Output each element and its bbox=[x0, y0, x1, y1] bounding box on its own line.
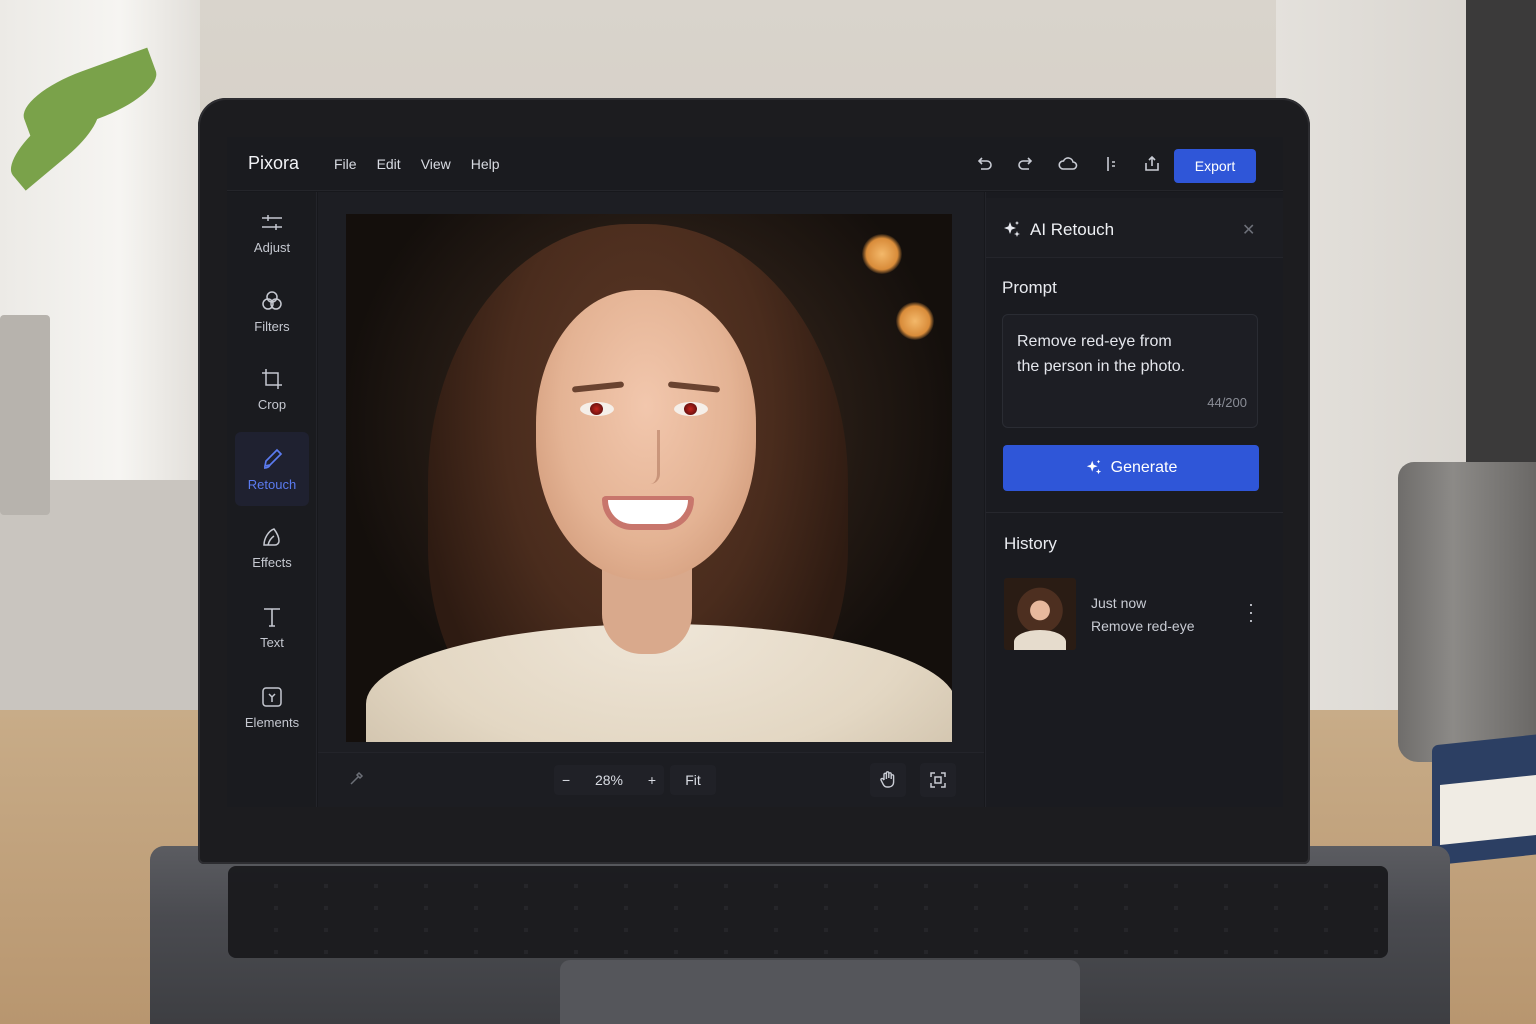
prompt-text-line: the person in the photo. bbox=[1017, 358, 1186, 375]
elements-icon bbox=[262, 686, 282, 707]
divider bbox=[986, 512, 1283, 513]
zoom-out-button[interactable]: − bbox=[562, 772, 570, 788]
hand-tool-icon[interactable] bbox=[870, 763, 906, 797]
sliders-icon bbox=[262, 214, 282, 230]
history-label: History bbox=[1004, 534, 1057, 553]
tool-elements[interactable]: Elements bbox=[235, 672, 309, 742]
share-icon[interactable] bbox=[1139, 151, 1165, 177]
crop-icon bbox=[262, 368, 282, 389]
panel-title: AI Retouch bbox=[1030, 220, 1115, 239]
mug bbox=[1398, 462, 1536, 762]
menu-edit[interactable]: Edit bbox=[377, 156, 401, 172]
subject-face bbox=[536, 290, 756, 580]
bokeh-light bbox=[862, 234, 902, 274]
book-pages bbox=[1440, 774, 1536, 846]
history-time: Just now bbox=[1091, 595, 1147, 611]
canvas-toolbar: − 28% + Fit bbox=[318, 752, 984, 807]
tool-label: Text bbox=[260, 634, 284, 650]
bokeh-light bbox=[896, 302, 934, 340]
tool-retouch[interactable]: Retouch bbox=[235, 432, 309, 506]
tool-effects[interactable]: Effects bbox=[235, 512, 309, 582]
effects-icon bbox=[263, 527, 280, 546]
sparkle-icon bbox=[1002, 220, 1022, 245]
generate-label: Generate bbox=[1110, 459, 1178, 476]
redo-icon[interactable] bbox=[1013, 151, 1039, 177]
toolbar-icons bbox=[971, 151, 1165, 177]
export-button[interactable]: Export bbox=[1174, 149, 1256, 183]
prompt-input[interactable]: Remove red-eye from the person in the ph… bbox=[1002, 314, 1258, 428]
retouch-brush-icon bbox=[263, 448, 283, 469]
left-eye-red bbox=[580, 402, 614, 416]
eyedropper-icon[interactable] bbox=[348, 769, 366, 790]
zoom-control: − 28% + bbox=[554, 765, 664, 795]
fullscreen-icon[interactable] bbox=[920, 763, 956, 797]
text-icon bbox=[264, 607, 280, 627]
character-counter: 44/200 bbox=[1207, 395, 1247, 410]
tool-label: Adjust bbox=[253, 239, 291, 255]
history-description: Remove red-eye bbox=[1091, 618, 1195, 634]
left-eyebrow bbox=[571, 381, 625, 393]
compare-icon[interactable] bbox=[1097, 151, 1123, 177]
plant-pot bbox=[0, 315, 50, 515]
menu-view[interactable]: View bbox=[421, 156, 451, 172]
generate-button[interactable]: Generate bbox=[1003, 445, 1259, 491]
history-thumbnail bbox=[1004, 578, 1076, 650]
undo-icon[interactable] bbox=[971, 151, 997, 177]
tool-text[interactable]: Text bbox=[235, 592, 309, 662]
zoom-in-button[interactable]: + bbox=[648, 772, 656, 788]
smile bbox=[602, 496, 694, 530]
canvas-area[interactable] bbox=[318, 192, 984, 752]
history-item[interactable]: Just now Remove red-eye · · · bbox=[1004, 578, 1266, 652]
cloud-icon[interactable] bbox=[1055, 151, 1081, 177]
tool-label: Retouch bbox=[247, 476, 297, 492]
top-bar: Pixora File Edit View Help Export bbox=[227, 137, 1283, 191]
app-brand: Pixora bbox=[248, 153, 300, 173]
prompt-text-line: Remove red-eye from bbox=[1017, 333, 1172, 350]
fit-button[interactable]: Fit bbox=[670, 765, 716, 795]
tool-label: Crop bbox=[257, 396, 287, 412]
tool-label: Effects bbox=[252, 554, 292, 570]
tool-crop[interactable]: Crop bbox=[235, 354, 309, 424]
prompt-label: Prompt bbox=[1002, 278, 1057, 297]
right-eye-red bbox=[674, 402, 708, 416]
tool-adjust[interactable]: Adjust bbox=[235, 198, 309, 268]
right-eyebrow bbox=[667, 381, 721, 393]
keyboard bbox=[228, 866, 1388, 958]
tool-sidebar: Adjust Filters Crop Retouch Effects Text… bbox=[227, 192, 317, 807]
menu-file[interactable]: File bbox=[334, 156, 357, 172]
panel-header: AI Retouch ✕ bbox=[986, 198, 1283, 258]
ai-retouch-panel: AI Retouch ✕ Prompt Remove red-eye from … bbox=[985, 192, 1283, 807]
menu-help[interactable]: Help bbox=[471, 156, 500, 172]
filters-icon bbox=[262, 290, 282, 310]
app-window: Pixora File Edit View Help Export Adjust… bbox=[227, 137, 1283, 807]
sparkle-icon bbox=[1086, 459, 1101, 475]
more-options-icon[interactable]: · · · bbox=[1248, 595, 1254, 629]
tool-label: Elements bbox=[244, 714, 300, 730]
zoom-level: 28% bbox=[594, 772, 624, 788]
window-sill bbox=[0, 480, 210, 740]
touchpad bbox=[560, 960, 1080, 1024]
menu-bar: File Edit View Help bbox=[334, 156, 500, 172]
tool-label: Filters bbox=[254, 318, 290, 334]
portrait-photo[interactable] bbox=[346, 214, 952, 742]
nose bbox=[636, 430, 660, 484]
tool-filters[interactable]: Filters bbox=[235, 276, 309, 346]
close-icon[interactable]: ✕ bbox=[1242, 220, 1255, 240]
